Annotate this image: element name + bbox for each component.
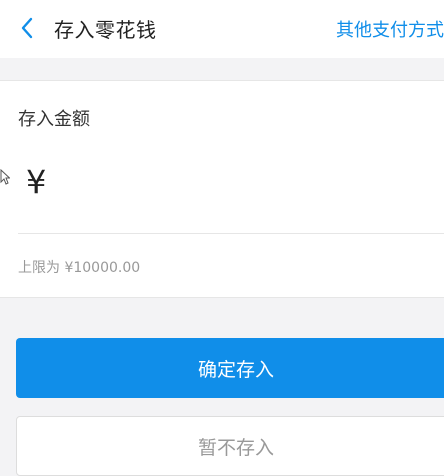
amount-input-row: ¥ [0, 159, 444, 219]
divider [18, 233, 444, 234]
page-title: 存入零花钱 [54, 18, 157, 42]
limit-text: 上限为 ¥10000.00 [18, 260, 141, 276]
amount-card: 存入金额 ¥ 上限为 ¥10000.00 [0, 80, 444, 298]
chevron-left-icon [21, 17, 33, 39]
amount-input[interactable] [64, 167, 424, 211]
currency-symbol: ¥ [26, 163, 47, 201]
skip-deposit-button[interactable]: 暂不存入 [16, 416, 444, 476]
other-payment-link[interactable]: 其他支付方式 [336, 16, 444, 42]
back-button[interactable] [14, 15, 40, 41]
top-bar: 存入零花钱 其他支付方式 [0, 0, 444, 58]
confirm-deposit-button[interactable]: 确定存入 [16, 338, 444, 398]
amount-label: 存入金额 [18, 109, 90, 130]
